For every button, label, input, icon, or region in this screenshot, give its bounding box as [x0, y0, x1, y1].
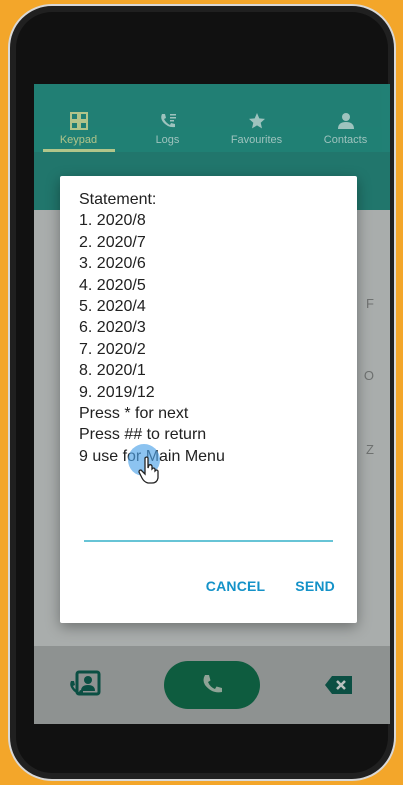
person-icon: [337, 113, 354, 129]
ussd-reply-input[interactable]: [84, 540, 333, 542]
keypad-hint-letter: Z: [366, 442, 374, 457]
tab-keypad[interactable]: Keypad: [39, 112, 119, 152]
tab-logs-label: Logs: [155, 134, 180, 146]
message-line: 5. 2020/4: [79, 298, 146, 316]
dialer-tab-bar: Keypad Logs Favourites Contacts: [34, 84, 390, 152]
star-icon: [248, 113, 265, 129]
cancel-button[interactable]: CANCEL: [206, 578, 266, 594]
message-line: 1. 2020/8: [79, 212, 146, 230]
message-line: 8. 2020/1: [79, 362, 146, 380]
tab-contacts-label: Contacts: [323, 134, 368, 146]
message-line: Press ## to return: [79, 426, 207, 444]
contact-card-icon: [69, 670, 101, 696]
ussd-message: Statement: 1. 2020/8 2. 2020/7 3. 2020/6…: [79, 189, 347, 467]
ussd-dialog: Statement: 1. 2020/8 2. 2020/7 3. 2020/6…: [60, 176, 357, 623]
message-line: 4. 2020/5: [79, 276, 146, 294]
message-line: 2. 2020/7: [79, 233, 146, 251]
dialer-action-bar: [34, 646, 390, 724]
tab-favourites[interactable]: Favourites: [217, 112, 297, 146]
backspace-icon: [325, 676, 353, 694]
keypad-hint-letter: F: [366, 296, 374, 311]
message-line: 3. 2020/6: [79, 255, 146, 273]
message-line: Press * for next: [79, 405, 189, 423]
keypad-icon: [69, 112, 88, 130]
send-button[interactable]: SEND: [295, 578, 335, 594]
dialog-actions: CANCEL SEND: [206, 578, 335, 594]
message-line: 9. 2019/12: [79, 383, 155, 401]
message-line: 6. 2020/3: [79, 319, 146, 337]
contacts-button[interactable]: [63, 663, 107, 707]
keypad-hint-letter: O: [363, 368, 374, 383]
tab-favourites-label: Favourites: [230, 134, 283, 146]
tab-logs[interactable]: Logs: [128, 112, 208, 146]
call-button[interactable]: [163, 661, 260, 709]
phone-frame: Keypad Logs Favourites Contacts F O Z St…: [8, 4, 396, 781]
phone-icon: [203, 675, 222, 693]
message-line: Statement:: [79, 191, 157, 208]
hand-cursor-icon: [138, 456, 159, 484]
tab-contacts[interactable]: Contacts: [306, 112, 386, 146]
message-line: 9 use for Main Menu: [79, 447, 225, 465]
message-line: 7. 2020/2: [79, 340, 146, 358]
tab-keypad-label: Keypad: [59, 134, 98, 146]
logs-icon: [160, 114, 176, 128]
backspace-button[interactable]: [317, 663, 361, 707]
